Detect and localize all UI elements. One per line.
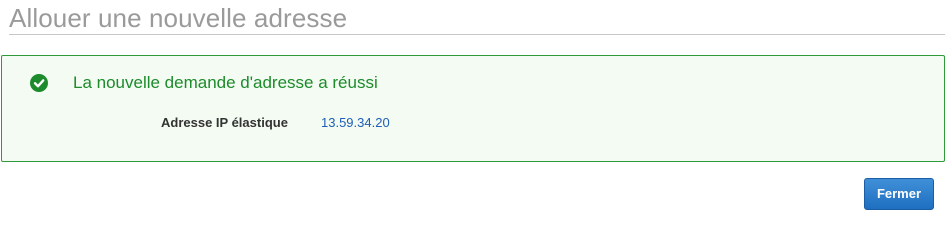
- close-button[interactable]: Fermer: [864, 178, 934, 210]
- title-divider: [9, 34, 945, 35]
- check-circle-icon: [30, 74, 48, 92]
- elastic-ip-value[interactable]: 13.59.34.20: [321, 115, 390, 131]
- page-title: Allouer une nouvelle adresse: [9, 3, 348, 33]
- allocate-address-dialog: Allouer une nouvelle adresse La nouvelle…: [0, 0, 951, 220]
- success-message: La nouvelle demande d'adresse a réussi: [73, 73, 378, 92]
- success-alert: La nouvelle demande d'adresse a réussi A…: [1, 55, 945, 162]
- elastic-ip-label: Adresse IP élastique: [161, 115, 288, 130]
